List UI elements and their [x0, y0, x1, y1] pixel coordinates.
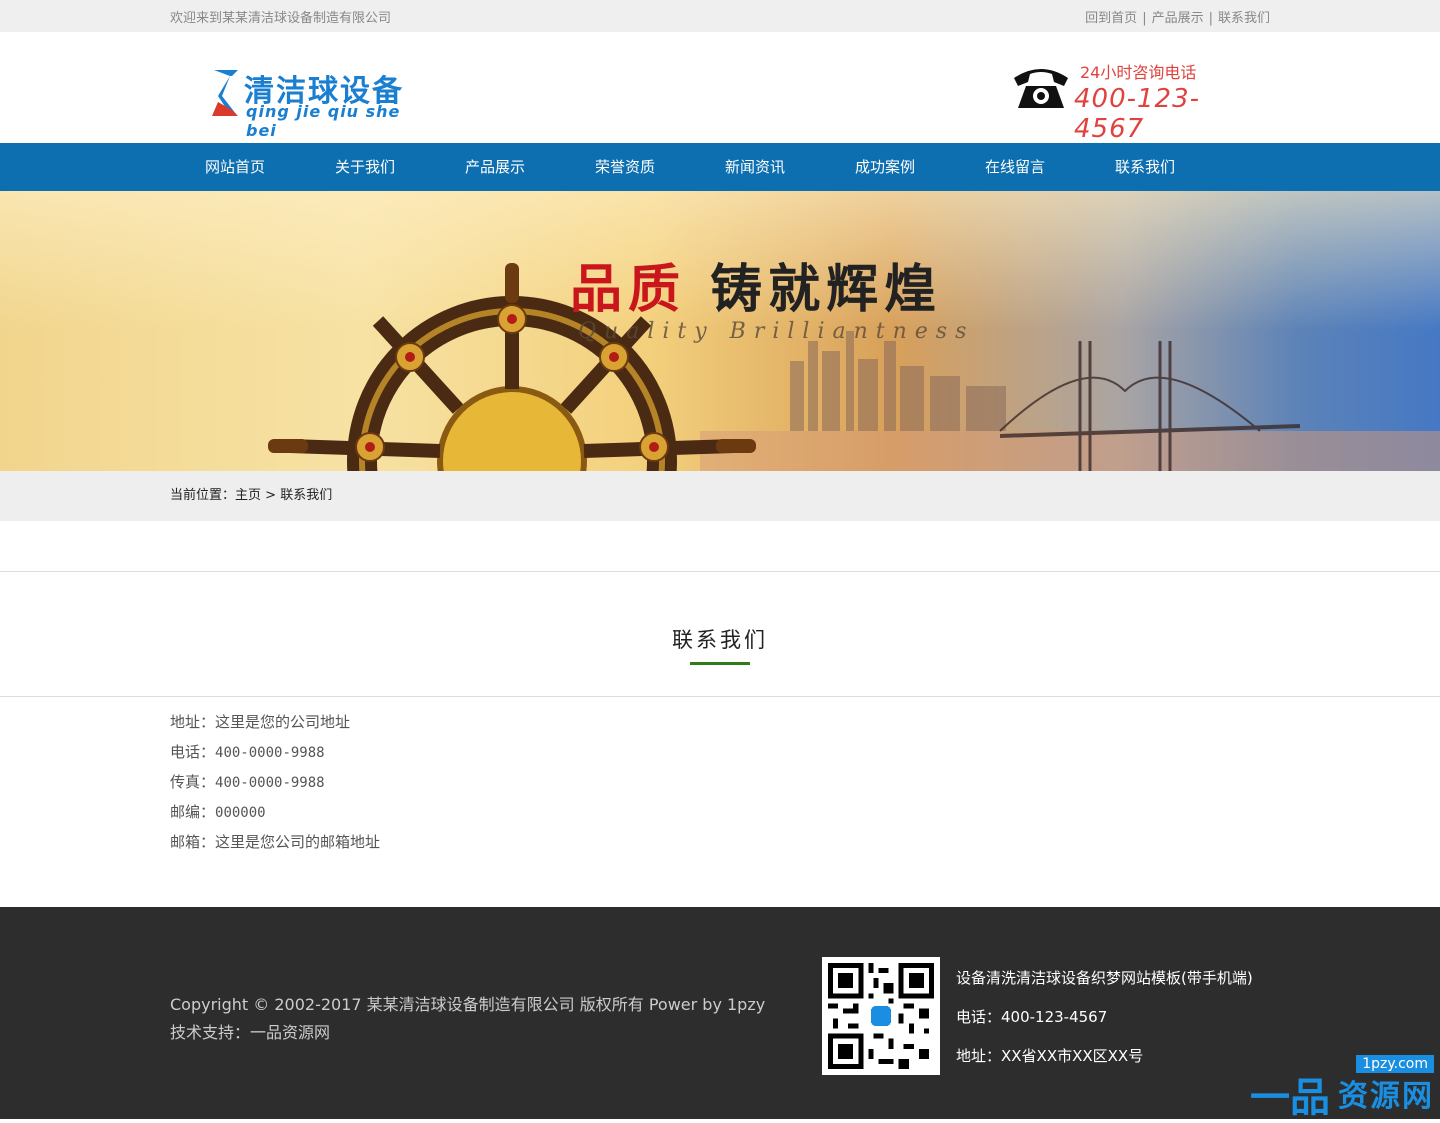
contact-label: 地址：	[170, 713, 216, 731]
nav-item-cases[interactable]: 成功案例	[820, 143, 950, 191]
contact-email: 邮箱：这里是您公司的邮箱地址	[170, 828, 380, 858]
top-links: 回到首页 | 产品展示 | 联系我们	[1085, 7, 1270, 26]
watermark-logo: 一品 1pzy.com 资源网	[1218, 1055, 1434, 1121]
watermark-text: 资源网	[1338, 1079, 1434, 1114]
top-link-contact[interactable]: 联系我们	[1218, 11, 1270, 26]
contact-label: 传真：	[170, 773, 216, 791]
telephone-icon	[1014, 69, 1068, 108]
contact-value: 400-0000-9988	[215, 745, 325, 761]
welcome-text: 欢迎来到某某清洁球设备制造有限公司	[170, 10, 392, 26]
breadcrumb-current[interactable]: 联系我们	[280, 488, 332, 503]
footer-address: 地址：XX省XX市XX区XX号	[956, 1047, 1144, 1065]
banner-title-red: 品质	[570, 259, 687, 320]
contact-value: 000000	[215, 805, 266, 821]
main-nav: 网站首页 关于我们 产品展示 荣誉资质 新闻资讯 成功案例 在线留言 联系我们	[0, 143, 1440, 191]
breadcrumb-separator: >	[265, 488, 277, 503]
contact-value: 这里是您公司的邮箱地址	[215, 833, 381, 851]
header: 清洁球设备 qing jie qiu she bei 24小时咨询电话 400-…	[0, 32, 1440, 144]
footer-info: 设备清洗清洁球设备织梦网站模板(带手机端) 电话：400-123-4567 地址…	[956, 965, 1253, 1082]
watermark-mark: 一品	[1250, 1075, 1330, 1121]
footer: Copyright © 2002-2017 某某清洁球设备制造有限公司 版权所有…	[0, 907, 1440, 1121]
tech-support-link[interactable]: 技术支持：一品资源网	[170, 1019, 765, 1047]
banner-subtitle: Quality Brilliantness	[578, 319, 975, 344]
hotline-number: 400-123-4567	[1074, 84, 1201, 144]
contact-address: 地址：这里是您的公司地址	[170, 708, 380, 738]
contact-value: 这里是您的公司地址	[215, 713, 351, 731]
footer-copyright: Copyright © 2002-2017 某某清洁球设备制造有限公司 版权所有…	[170, 991, 765, 1047]
hotline: 24小时咨询电话 400-123-4567	[1012, 58, 1262, 144]
qr-code-icon	[822, 957, 940, 1075]
breadcrumb-label: 当前位置：	[170, 488, 236, 503]
banner-title-black: 铸就辉煌	[710, 259, 943, 320]
nav-item-honors[interactable]: 荣誉资质	[560, 143, 690, 191]
top-link-products[interactable]: 产品展示	[1152, 11, 1204, 26]
divider	[0, 571, 1440, 572]
contact-label: 邮编：	[170, 803, 216, 821]
contact-fax: 传真：400-0000-9988	[170, 768, 380, 798]
copyright-text: Copyright © 2002-2017 某某清洁球设备制造有限公司 版权所有…	[170, 995, 766, 1014]
contact-label: 电话：	[170, 743, 216, 761]
divider	[0, 696, 1440, 697]
hero-banner: 品质 铸就辉煌 Quality Brilliantness	[0, 191, 1440, 471]
contact-postcode: 邮编：000000	[170, 798, 380, 828]
nav-item-news[interactable]: 新闻资讯	[690, 143, 820, 191]
footer-phone: 电话：400-123-4567	[956, 1008, 1108, 1026]
logo-pinyin: qing jie qiu she bei	[246, 102, 401, 140]
breadcrumb: 当前位置：主页 > 联系我们	[0, 471, 1440, 521]
banner-title: 品质 铸就辉煌	[570, 247, 942, 322]
contact-phone: 电话：400-0000-9988	[170, 738, 380, 768]
page-title: 联系我们	[672, 628, 768, 652]
nav-item-about[interactable]: 关于我们	[300, 143, 430, 191]
site-logo[interactable]: 清洁球设备 qing jie qiu she bei	[210, 66, 420, 140]
nav-item-contact[interactable]: 联系我们	[1080, 143, 1210, 191]
hotline-label: 24小时咨询电话	[1080, 63, 1197, 82]
title-underline	[690, 662, 750, 665]
top-link-home[interactable]: 回到首页	[1085, 11, 1137, 26]
breadcrumb-home[interactable]: 主页	[235, 488, 261, 503]
top-link-separator: |	[1142, 10, 1147, 26]
nav-item-message[interactable]: 在线留言	[950, 143, 1080, 191]
contact-value: 400-0000-9988	[215, 775, 325, 791]
top-bar: 欢迎来到某某清洁球设备制造有限公司 回到首页 | 产品展示 | 联系我们	[0, 0, 1440, 32]
top-link-separator: |	[1208, 10, 1213, 26]
contact-label: 邮箱：	[170, 833, 216, 851]
contact-info: 地址：这里是您的公司地址 电话：400-0000-9988 传真：400-000…	[170, 708, 380, 858]
footer-site-name: 设备清洗清洁球设备织梦网站模板(带手机端)	[956, 969, 1253, 987]
nav-item-products[interactable]: 产品展示	[430, 143, 560, 191]
logo-mark-icon	[212, 70, 238, 116]
nav-item-home[interactable]: 网站首页	[170, 143, 300, 191]
